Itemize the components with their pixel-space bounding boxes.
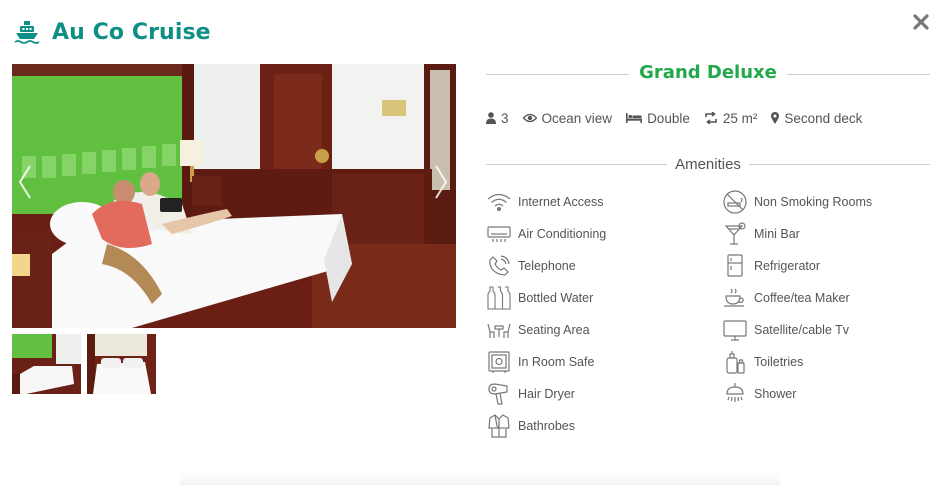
gallery-thumbnail-1[interactable] bbox=[12, 334, 81, 394]
amenity-satellite-cable-tv: Satellite/cable Tv bbox=[722, 317, 849, 343]
spec-bed: Double bbox=[626, 111, 690, 126]
amenity-telephone: Telephone bbox=[486, 253, 576, 279]
next-photo-arrow-icon[interactable] bbox=[432, 164, 450, 200]
close-icon[interactable] bbox=[912, 13, 930, 31]
amenity-in-room-safe: In Room Safe bbox=[486, 349, 594, 375]
wifi-icon bbox=[486, 189, 512, 215]
amenity-internet-access: Internet Access bbox=[486, 189, 603, 215]
previous-photo-arrow-icon[interactable] bbox=[16, 164, 34, 200]
air-conditioner-icon bbox=[486, 221, 512, 247]
room-title-row: Grand Deluxe bbox=[486, 62, 930, 86]
seating-icon bbox=[486, 317, 512, 343]
room-main-photo bbox=[12, 64, 456, 328]
tv-icon bbox=[722, 317, 748, 343]
amenity-mini-bar: Mini Bar bbox=[722, 221, 800, 247]
cruise-title: Au Co Cruise bbox=[52, 19, 211, 45]
footer-fade bbox=[180, 470, 780, 485]
spec-size: 25 m² bbox=[704, 111, 757, 126]
area-arrows-icon bbox=[705, 112, 717, 124]
no-smoking-icon bbox=[722, 189, 748, 215]
shower-icon bbox=[722, 381, 748, 407]
bathrobe-icon bbox=[486, 413, 512, 439]
amenity-coffee-tea-maker: Coffee/tea Maker bbox=[722, 285, 850, 311]
modal-header: Au Co Cruise bbox=[14, 16, 211, 48]
spec-view: Ocean view bbox=[522, 111, 612, 126]
amenity-seating-area: Seating Area bbox=[486, 317, 590, 343]
bottles-icon bbox=[486, 285, 512, 311]
amenity-hair-dryer: Hair Dryer bbox=[486, 381, 575, 407]
spec-deck: Second deck bbox=[771, 111, 862, 126]
eye-icon bbox=[522, 113, 537, 123]
amenities-heading-row: Amenities bbox=[486, 154, 930, 176]
amenity-toiletries: Toiletries bbox=[722, 349, 803, 375]
amenity-bathrobes: Bathrobes bbox=[486, 413, 575, 439]
amenity-bottled-water: Bottled Water bbox=[486, 285, 593, 311]
refrigerator-icon bbox=[722, 253, 748, 279]
gallery-thumbnail-2[interactable] bbox=[87, 334, 156, 394]
map-marker-icon bbox=[771, 112, 780, 124]
room-name: Grand Deluxe bbox=[629, 62, 787, 83]
amenity-non-smoking-rooms: Non Smoking Rooms bbox=[722, 189, 872, 215]
amenity-air-conditioning: Air Conditioning bbox=[486, 221, 606, 247]
amenity-shower: Shower bbox=[722, 381, 796, 407]
cocktail-icon bbox=[722, 221, 748, 247]
amenities-heading: Amenities bbox=[667, 156, 749, 173]
spec-guests: 3 bbox=[486, 111, 509, 126]
hair-dryer-icon bbox=[486, 381, 512, 407]
user-icon bbox=[486, 112, 496, 124]
room-specs: 3 Ocean view Double 25 m² Second deck bbox=[486, 108, 876, 128]
amenity-refrigerator: Refrigerator bbox=[722, 253, 820, 279]
ship-icon bbox=[14, 21, 40, 44]
bed-icon bbox=[626, 113, 643, 123]
toiletries-icon bbox=[722, 349, 748, 375]
coffee-cup-icon bbox=[722, 285, 748, 311]
safe-icon bbox=[486, 349, 512, 375]
telephone-icon bbox=[486, 253, 512, 279]
